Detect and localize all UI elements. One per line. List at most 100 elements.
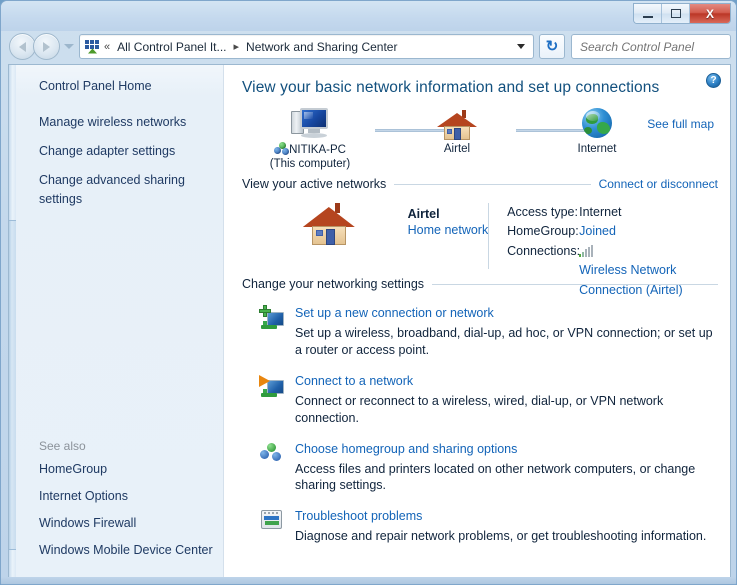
breadcrumb-chevron-icon[interactable]: ▸ bbox=[230, 40, 244, 53]
network-map: NITIKA-PC (This computer) Airtel bbox=[242, 103, 718, 175]
setting-body-homegroup: Choose homegroup and sharing options Acc… bbox=[295, 440, 718, 495]
setting-desc-troubleshoot: Diagnose and repair network problems, or… bbox=[295, 528, 718, 545]
active-network-name: Airtel bbox=[408, 207, 489, 221]
detail-value-access-type: Internet bbox=[579, 203, 621, 222]
forward-button[interactable] bbox=[33, 33, 60, 60]
sidebar-links: Control Panel Home Manage wireless netwo… bbox=[9, 77, 223, 208]
active-networks-header: View your active networks Connect or dis… bbox=[242, 177, 718, 191]
setting-item-homegroup[interactable]: Choose homegroup and sharing options Acc… bbox=[242, 440, 718, 495]
active-network-identity[interactable]: Airtel Home network bbox=[242, 201, 488, 273]
setting-item-connect-to-network[interactable]: Connect to a network Connect or reconnec… bbox=[242, 372, 718, 427]
header-rule-2 bbox=[432, 284, 718, 285]
control-panel-icon bbox=[84, 39, 100, 55]
main-content: ? View your basic network information an… bbox=[224, 65, 730, 578]
map-node-sublabel-computer: (This computer) bbox=[250, 157, 370, 171]
map-node-label-internet: Internet bbox=[537, 142, 657, 156]
help-icon[interactable]: ? bbox=[706, 73, 721, 88]
detail-value-homegroup-link[interactable]: Joined bbox=[579, 222, 616, 241]
setting-title-new-connection[interactable]: Set up a new connection or network bbox=[295, 306, 494, 320]
breadcrumb-item-all-control-panel-items[interactable]: All Control Panel It... bbox=[114, 39, 229, 55]
title-bar bbox=[1, 1, 737, 31]
window-controls: X bbox=[633, 3, 731, 24]
breadcrumb-overflow-icon[interactable]: « bbox=[100, 41, 114, 53]
active-network-entry: Airtel Home network Access type: Interne… bbox=[242, 201, 718, 273]
map-node-internet[interactable]: Internet bbox=[537, 107, 657, 156]
active-network-details: Access type: Internet HomeGroup: Joined … bbox=[507, 201, 718, 273]
sidebar-spacer-2 bbox=[39, 133, 213, 142]
active-network-names: Airtel Home network bbox=[408, 201, 489, 239]
sidebar-item-internet-options[interactable]: Internet Options bbox=[39, 487, 213, 505]
troubleshoot-icon bbox=[260, 508, 284, 532]
sidebar-item-windows-firewall[interactable]: Windows Firewall bbox=[39, 514, 213, 532]
setting-item-new-connection[interactable]: Set up a new connection or network Set u… bbox=[242, 304, 718, 359]
map-node-label-computer: NITIKA-PC bbox=[250, 142, 370, 157]
breadcrumb-item-network-and-sharing-center[interactable]: Network and Sharing Center bbox=[243, 39, 400, 55]
setting-desc-connect-to-network: Connect or reconnect to a wireless, wire… bbox=[295, 393, 718, 427]
maximize-button[interactable] bbox=[662, 4, 690, 23]
homegroup-icon bbox=[260, 441, 284, 465]
house-icon bbox=[437, 107, 477, 141]
active-networks-heading: View your active networks bbox=[242, 177, 386, 191]
refresh-button[interactable]: ↻ bbox=[539, 34, 565, 59]
settings-list: Set up a new connection or network Set u… bbox=[242, 304, 718, 545]
setting-title-homegroup[interactable]: Choose homegroup and sharing options bbox=[295, 442, 517, 456]
setting-desc-new-connection: Set up a wireless, broadband, dial-up, a… bbox=[295, 325, 718, 359]
splitter-grip[interactable] bbox=[9, 220, 16, 550]
connect-network-icon bbox=[260, 373, 284, 397]
detail-label-connections: Connections: bbox=[507, 242, 579, 300]
detail-row-homegroup: HomeGroup: Joined bbox=[507, 222, 718, 241]
wifi-signal-icon bbox=[579, 245, 594, 257]
detail-value-connections-wrap: Wireless Network Connection (Airtel) bbox=[579, 242, 718, 300]
active-network-divider bbox=[488, 203, 489, 269]
header-rule bbox=[394, 184, 590, 185]
globe-icon bbox=[580, 107, 614, 141]
sidebar-item-windows-mobile-device-center[interactable]: Windows Mobile Device Center bbox=[39, 541, 213, 559]
detail-label-access-type: Access type: bbox=[507, 203, 579, 222]
sidebar: Control Panel Home Manage wireless netwo… bbox=[9, 65, 224, 578]
back-arrow-icon bbox=[19, 42, 26, 52]
address-chevron-down-icon[interactable] bbox=[517, 44, 525, 49]
map-node-this-computer[interactable]: NITIKA-PC (This computer) bbox=[250, 107, 370, 172]
page-title: View your basic network information and … bbox=[242, 79, 718, 97]
setting-title-connect-to-network[interactable]: Connect to a network bbox=[295, 374, 413, 388]
map-node-label-network: Airtel bbox=[397, 142, 517, 156]
maximize-icon bbox=[671, 9, 681, 18]
recent-pages-chevron-down-icon[interactable] bbox=[64, 44, 74, 49]
address-bar[interactable]: « All Control Panel It... ▸ Network and … bbox=[79, 34, 534, 59]
back-button[interactable] bbox=[9, 33, 36, 60]
computer-icon bbox=[289, 107, 331, 141]
sidebar-item-change-adapter-settings[interactable]: Change adapter settings bbox=[39, 142, 213, 160]
close-icon: X bbox=[706, 8, 714, 20]
setting-body-new-connection: Set up a new connection or network Set u… bbox=[295, 304, 718, 359]
minimize-icon bbox=[643, 16, 653, 18]
search-box[interactable] bbox=[571, 34, 731, 59]
setting-item-troubleshoot[interactable]: Troubleshoot problems Diagnose and repai… bbox=[242, 507, 718, 545]
setting-title-troubleshoot[interactable]: Troubleshoot problems bbox=[295, 509, 422, 523]
new-connection-icon bbox=[260, 305, 284, 329]
see-full-map-link[interactable]: See full map bbox=[647, 117, 714, 131]
sidebar-item-control-panel-home[interactable]: Control Panel Home bbox=[39, 77, 213, 95]
detail-row-access-type: Access type: Internet bbox=[507, 203, 718, 222]
sidebar-splitter[interactable] bbox=[9, 65, 16, 578]
network-sharing-center-window: X « All Control Panel It.. bbox=[0, 0, 737, 585]
setting-body-connect-to-network: Connect to a network Connect or reconnec… bbox=[295, 372, 718, 427]
sidebar-item-change-advanced-sharing-settings[interactable]: Change advanced sharing settings bbox=[39, 171, 213, 207]
connect-or-disconnect-link[interactable]: Connect or disconnect bbox=[599, 177, 718, 191]
search-input[interactable] bbox=[578, 39, 737, 55]
refresh-icon: ↻ bbox=[546, 39, 559, 54]
setting-desc-homegroup: Access files and printers located on oth… bbox=[295, 461, 718, 495]
sidebar-spacer-3 bbox=[39, 162, 213, 171]
close-button[interactable]: X bbox=[690, 4, 730, 23]
detail-value-connections-link[interactable]: Wireless Network Connection (Airtel) bbox=[579, 261, 718, 300]
active-network-type-link[interactable]: Home network bbox=[408, 223, 489, 237]
see-also-section: See also HomeGroup Internet Options Wind… bbox=[39, 439, 213, 569]
minimize-button[interactable] bbox=[634, 4, 662, 23]
sidebar-item-manage-wireless-networks[interactable]: Manage wireless networks bbox=[39, 113, 213, 131]
sidebar-item-homegroup[interactable]: HomeGroup bbox=[39, 460, 213, 478]
map-node-network[interactable]: Airtel bbox=[397, 107, 517, 156]
detail-row-connections: Connections: Wireless Network Connection… bbox=[507, 242, 718, 300]
navigation-bar: « All Control Panel It... ▸ Network and … bbox=[1, 31, 737, 64]
window-bottom-edge bbox=[1, 577, 737, 584]
house-icon-large bbox=[303, 201, 355, 247]
see-also-label: See also bbox=[39, 439, 213, 453]
